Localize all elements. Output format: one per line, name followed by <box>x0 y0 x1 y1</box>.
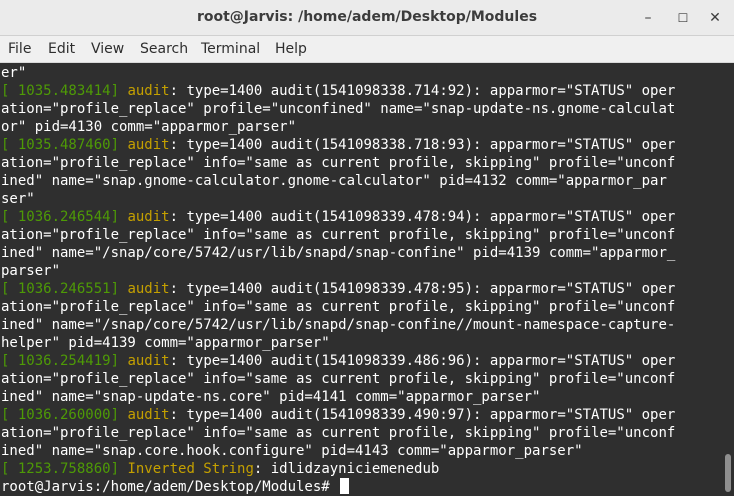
terminal-window: root@Jarvis: /home/adem/Desktop/Modules … <box>0 0 734 496</box>
log-keyword: audit <box>127 407 170 423</box>
terminal-line: ined" name="/snap/core/5742/usr/lib/snap… <box>1 317 676 333</box>
timestamp: [ 1036.260000] <box>1 407 120 423</box>
terminal-line: [ 1036.246551] audit: type=1400 audit(15… <box>1 280 675 298</box>
text-cursor <box>340 478 350 494</box>
timestamp: [ 1036.254419] <box>1 353 120 369</box>
terminal-line: or" pid=4130 comm="apparmor_parser" <box>1 119 297 135</box>
terminal-line: helper" pid=4139 comm="apparmor_parser" <box>1 335 330 351</box>
log-message: : type=1400 audit(1541098339.490:97): ap… <box>169 407 676 423</box>
menu-terminal[interactable]: Terminal <box>201 41 260 57</box>
terminal-line: [ 1036.254419] audit: type=1400 audit(15… <box>1 352 675 370</box>
log-message: : type=1400 audit(1541098339.478:94): ap… <box>169 209 676 225</box>
menu-file[interactable]: File <box>8 41 31 57</box>
log-message: : type=1400 audit(1541098339.478:95): ap… <box>169 281 676 297</box>
log-message: : type=1400 audit(1541098338.718:93): ap… <box>169 137 676 153</box>
menu-edit[interactable]: Edit <box>48 41 75 57</box>
terminal-line: ation="profile_replace" profile="unconfi… <box>1 101 676 117</box>
terminal-output[interactable]: er"[ 1035.483414] audit: type=1400 audit… <box>0 63 722 496</box>
close-icon[interactable]: ✕ <box>703 6 727 30</box>
terminal-line: ined" name="snap-update-ns.core" pid=414… <box>1 389 541 405</box>
terminal-line: ser" <box>1 191 35 207</box>
terminal-line: ation="profile_replace" info="same as cu… <box>1 227 676 243</box>
terminal-line: [ 1035.483414] audit: type=1400 audit(15… <box>1 82 675 100</box>
menu-bar: File Edit View Search Terminal Help <box>0 36 734 63</box>
scrollbar[interactable] <box>722 63 734 496</box>
log-keyword: Inverted String <box>127 461 254 477</box>
log-keyword: audit <box>127 83 170 99</box>
scrollbar-thumb[interactable] <box>725 454 731 492</box>
maximize-icon[interactable]: ☐ <box>671 6 695 30</box>
timestamp: [ 1253.758860] <box>1 461 120 477</box>
terminal-line: [ 1253.758860] Inverted String: idlidzay… <box>1 460 439 478</box>
timestamp: [ 1035.487460] <box>1 137 120 153</box>
terminal-line: ation="profile_replace" info="same as cu… <box>1 299 676 315</box>
timestamp: [ 1036.246551] <box>1 281 120 297</box>
menu-search[interactable]: Search <box>140 41 188 57</box>
terminal-line: ation="profile_replace" info="same as cu… <box>1 425 676 441</box>
terminal-line: [ 1035.487460] audit: type=1400 audit(15… <box>1 136 675 154</box>
shell-prompt[interactable]: root@Jarvis:/home/adem/Desktop/Modules# <box>1 478 350 496</box>
terminal-line: [ 1036.246544] audit: type=1400 audit(15… <box>1 208 675 226</box>
terminal-line: er" <box>1 65 27 81</box>
terminal-line: ined" name="/snap/core/5742/usr/lib/snap… <box>1 245 676 261</box>
terminal-line: parser" <box>1 263 61 279</box>
window-title: root@Jarvis: /home/adem/Desktop/Modules <box>196 9 538 25</box>
timestamp: [ 1036.246544] <box>1 209 120 225</box>
log-message: : idlidzayniciemenedub <box>253 461 440 477</box>
prompt-text: root@Jarvis:/home/adem/Desktop/Modules# <box>1 479 339 495</box>
terminal-line: ation="profile_replace" info="same as cu… <box>1 371 676 387</box>
log-keyword: audit <box>127 353 170 369</box>
terminal-line: ation="profile_replace" info="same as cu… <box>1 155 676 171</box>
log-keyword: audit <box>127 281 170 297</box>
menu-help[interactable]: Help <box>275 41 307 57</box>
log-message: : type=1400 audit(1541098339.486:96): ap… <box>169 353 676 369</box>
terminal-line: ined" name="snap.core.hook.configure" pi… <box>1 443 583 459</box>
log-keyword: audit <box>127 137 170 153</box>
log-message: : type=1400 audit(1541098338.714:92): ap… <box>169 83 676 99</box>
log-keyword: audit <box>127 209 170 225</box>
minimize-icon[interactable]: – <box>636 6 660 30</box>
title-bar[interactable]: root@Jarvis: /home/adem/Desktop/Modules … <box>0 0 734 36</box>
menu-view[interactable]: View <box>91 41 124 57</box>
terminal-line: [ 1036.260000] audit: type=1400 audit(15… <box>1 406 675 424</box>
terminal-line: ined" name="snap.gnome-calculator.gnome-… <box>1 173 667 189</box>
timestamp: [ 1035.483414] <box>1 83 120 99</box>
